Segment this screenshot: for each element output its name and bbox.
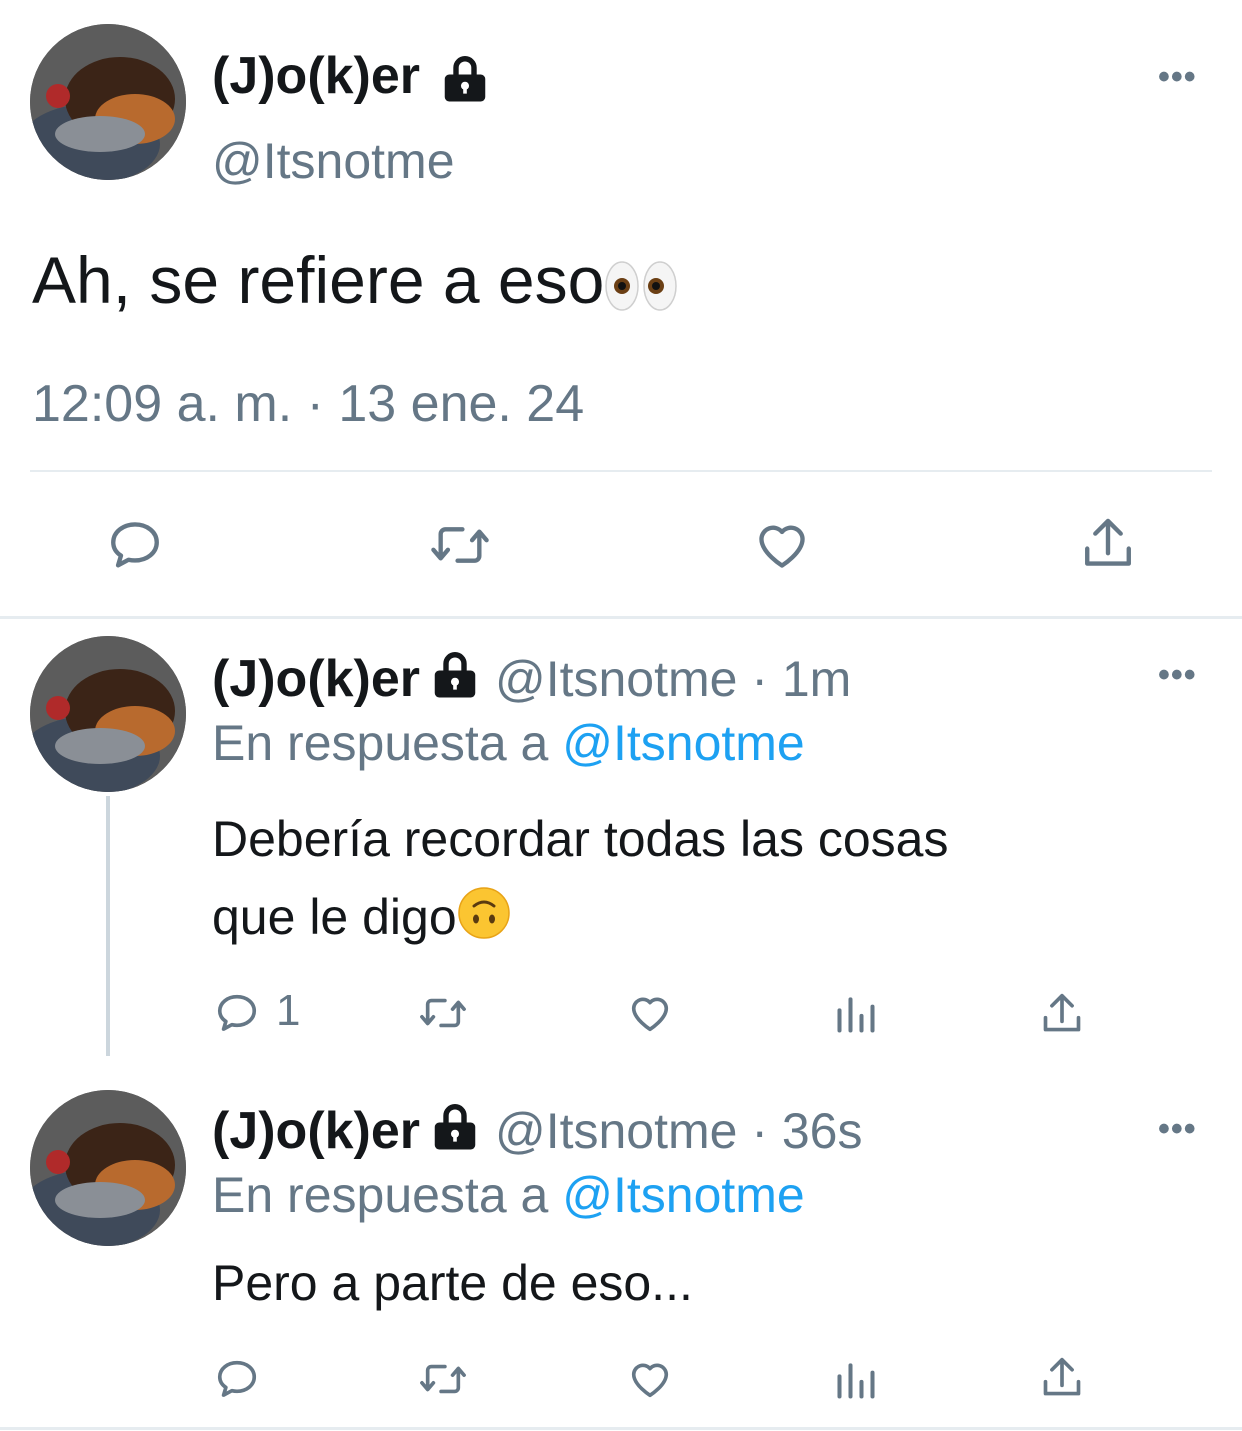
handle-time[interactable]: @Itsnotme · 36s: [495, 1103, 863, 1159]
lock-icon: [435, 652, 476, 698]
analytics-icon[interactable]: [834, 992, 878, 1036]
handle-time[interactable]: @Itsnotme · 1m: [495, 651, 851, 707]
more-icon[interactable]: •••: [1158, 1110, 1197, 1149]
reply-header: (J)o(k)er @Itsnotme · 1m: [212, 648, 851, 709]
reply-to-link[interactable]: @Itsnotme: [562, 1167, 805, 1223]
tweet-text: Debería recordar todas las cosas que le …: [212, 800, 948, 956]
reply-context: En respuesta a @Itsnotme: [212, 1166, 805, 1224]
analytics-icon[interactable]: [834, 1358, 878, 1402]
divider: [30, 470, 1212, 472]
eyes-emoji: [605, 260, 678, 311]
reply-icon[interactable]: [214, 990, 260, 1036]
share-icon[interactable]: [1080, 514, 1136, 574]
reply-context: En respuesta a @Itsnotme: [212, 714, 805, 772]
lock-icon: [445, 56, 486, 102]
more-icon[interactable]: •••: [1158, 58, 1197, 97]
display-name-text: (J)o(k)er: [212, 47, 421, 105]
tweet-text-content: que le digo: [212, 889, 457, 945]
upside-down-face-emoji: [457, 887, 510, 939]
share-icon[interactable]: [1040, 1354, 1084, 1402]
display-name[interactable]: (J)o(k)er: [212, 1102, 420, 1160]
timestamp[interactable]: 12:09 a. m. · 13 ene. 24: [32, 374, 584, 434]
section-divider: [0, 616, 1242, 619]
reply-icon[interactable]: [106, 516, 164, 574]
tweet-text: Pero a parte de eso...: [212, 1255, 693, 1311]
avatar[interactable]: [30, 1090, 186, 1246]
tweet-text-content: Ah, se refiere a eso: [32, 243, 605, 317]
thread-line: [106, 796, 110, 1056]
handle[interactable]: @Itsnotme: [212, 132, 455, 190]
retweet-icon[interactable]: [428, 516, 492, 574]
display-name[interactable]: (J)o(k)er: [212, 650, 420, 708]
bottom-divider: [0, 1427, 1242, 1430]
like-icon[interactable]: [752, 516, 812, 574]
more-icon[interactable]: •••: [1158, 656, 1197, 695]
reply-icon[interactable]: [214, 1356, 260, 1402]
lock-icon: [435, 1104, 476, 1150]
avatar[interactable]: [30, 24, 186, 180]
avatar[interactable]: [30, 636, 186, 792]
share-icon[interactable]: [1040, 990, 1084, 1038]
display-name[interactable]: (J)o(k)er: [212, 46, 492, 106]
retweet-icon[interactable]: [416, 990, 470, 1036]
reply-prefix: En respuesta a: [212, 1167, 549, 1223]
reply-count: 1: [276, 986, 301, 1035]
retweet-icon[interactable]: [416, 1356, 470, 1402]
reply-prefix: En respuesta a: [212, 715, 549, 771]
like-icon[interactable]: [626, 990, 674, 1036]
tweet-text-line: que le digo: [212, 878, 948, 956]
reply-to-link[interactable]: @Itsnotme: [562, 715, 805, 771]
like-icon[interactable]: [626, 1356, 674, 1402]
tweet-text-line: Debería recordar todas las cosas: [212, 811, 949, 867]
tweet-text: Ah, se refiere a eso: [32, 242, 680, 318]
reply-header: (J)o(k)er @Itsnotme · 36s: [212, 1100, 863, 1161]
